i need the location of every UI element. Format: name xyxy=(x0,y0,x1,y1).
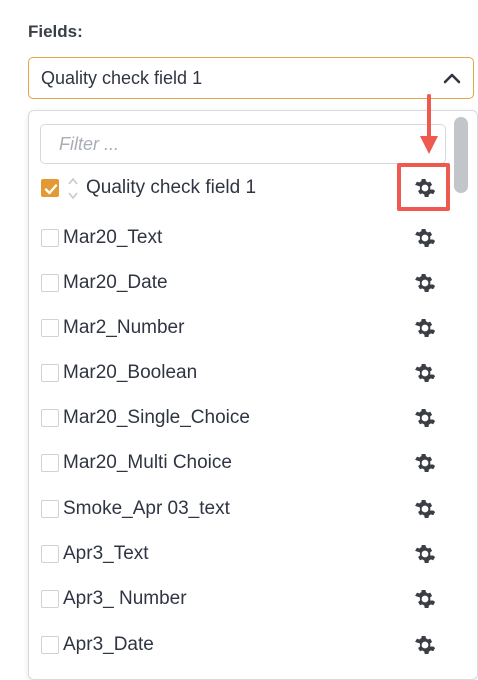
list-item[interactable]: Mar20_Date xyxy=(29,268,449,298)
list-item[interactable]: Apr3_ Number xyxy=(29,584,449,614)
gear-icon[interactable] xyxy=(413,316,437,340)
filter-input[interactable] xyxy=(59,134,429,155)
gear-icon[interactable] xyxy=(413,633,437,657)
fields-label: Fields: xyxy=(28,22,83,41)
gear-icon[interactable] xyxy=(413,587,437,611)
list-item[interactable]: Quality check field 1 xyxy=(29,173,449,203)
list-item[interactable]: Smoke_Apr 03_text xyxy=(29,494,449,524)
list-item-label: Smoke_Apr 03_text xyxy=(63,498,230,519)
checkbox[interactable] xyxy=(41,590,59,608)
gear-icon[interactable] xyxy=(413,226,437,250)
checkbox[interactable] xyxy=(41,319,59,337)
checkbox[interactable] xyxy=(41,274,59,292)
check-icon xyxy=(44,184,58,195)
list-item[interactable]: Mar20_Single_Choice xyxy=(29,403,449,433)
list-item-label: Mar20_Date xyxy=(63,272,168,293)
list-item[interactable]: Mar20_Boolean xyxy=(29,358,449,388)
list-item-label: Quality check field 1 xyxy=(86,177,257,198)
list-item[interactable]: Apr3_Date xyxy=(29,630,449,660)
gear-icon[interactable] xyxy=(413,406,437,430)
filter-field[interactable] xyxy=(40,124,446,164)
gear-icon[interactable] xyxy=(413,497,437,521)
list-item-label: Apr3_Text xyxy=(63,543,149,564)
list-item-label: Apr3_ Number xyxy=(63,588,187,609)
up-down-icon[interactable] xyxy=(67,173,79,203)
list-item[interactable]: Mar20_Multi Choice xyxy=(29,448,449,478)
list-item-label: Apr3_Date xyxy=(63,634,154,655)
gear-icon[interactable] xyxy=(413,361,437,385)
arrow-down-icon xyxy=(420,94,438,154)
checkbox[interactable] xyxy=(41,409,59,427)
list-item[interactable]: Mar20_Text xyxy=(29,223,449,253)
list-item-label: Mar20_Text xyxy=(63,227,163,248)
scrollbar-thumb[interactable] xyxy=(454,117,468,193)
gear-icon[interactable] xyxy=(413,542,437,566)
list-item-label: Mar20_Multi Choice xyxy=(63,452,232,473)
fields-select[interactable]: Quality check field 1 xyxy=(28,57,474,99)
gear-highlight-box xyxy=(397,163,450,211)
chevron-up-icon[interactable] xyxy=(441,67,463,89)
select-value: Quality check field 1 xyxy=(41,68,203,88)
checkbox[interactable] xyxy=(41,636,59,654)
checkbox[interactable] xyxy=(41,545,59,563)
checkbox[interactable] xyxy=(41,454,59,472)
list-item-label: Mar20_Boolean xyxy=(63,362,198,383)
list-item-label: Mar20_Single_Choice xyxy=(63,407,250,428)
gear-icon[interactable] xyxy=(413,271,437,295)
gear-icon[interactable] xyxy=(413,451,437,475)
checkbox[interactable] xyxy=(41,229,59,247)
list-item[interactable]: Mar2_Number xyxy=(29,313,449,343)
list-item[interactable]: Apr3_Text xyxy=(29,539,449,569)
list-item-label: Mar2_Number xyxy=(63,317,185,338)
checkbox[interactable] xyxy=(41,500,59,518)
checkbox[interactable] xyxy=(41,179,59,197)
checkbox[interactable] xyxy=(41,364,59,382)
